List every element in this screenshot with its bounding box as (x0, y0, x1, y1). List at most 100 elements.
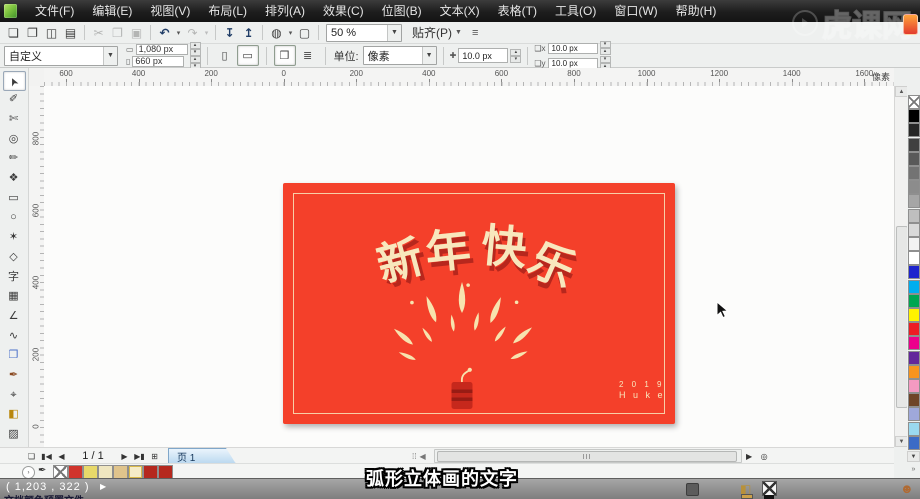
scroll-left-icon[interactable]: ◀ (419, 452, 425, 461)
menu-item-0[interactable]: 文件(F) (26, 0, 83, 22)
nudge-spinner[interactable]: ▴▾ (510, 49, 521, 63)
menu-item-5[interactable]: 效果(C) (314, 0, 373, 22)
color-swatch-16[interactable] (908, 322, 920, 336)
menu-item-6[interactable]: 位图(B) (373, 0, 431, 22)
palette-expand-icon[interactable]: » (907, 464, 920, 474)
color-swatch-24[interactable] (908, 436, 920, 450)
status-expand-icon[interactable]: ▶ (100, 482, 106, 491)
duplicate-y-input[interactable]: 10.0 px (548, 58, 598, 69)
options-button[interactable]: ≡ (472, 27, 478, 39)
color-swatch-8[interactable] (908, 209, 920, 223)
paste-button[interactable]: ▣ (127, 24, 146, 42)
page-preset-combo[interactable]: 自定义 ▼ (4, 46, 118, 66)
fill-tool[interactable]: ◧ (3, 406, 24, 424)
menu-item-2[interactable]: 视图(V) (141, 0, 199, 22)
color-swatch-11[interactable] (908, 251, 920, 265)
cut-button[interactable]: ✂ (89, 24, 108, 42)
connector-tool[interactable]: ∿ (3, 327, 24, 345)
smart-fill-tool[interactable]: ❖ (3, 170, 24, 188)
portrait-button[interactable]: ▯ (215, 46, 235, 65)
landscape-button[interactable]: ▭ (237, 45, 259, 66)
color-swatch-9[interactable] (908, 223, 920, 237)
rectangle-tool[interactable]: ▭ (3, 189, 24, 207)
zoom-tool[interactable]: ◎ (3, 130, 24, 148)
menu-item-3[interactable]: 布局(L) (199, 0, 256, 22)
pane-splitter[interactable]: ⁞⁞◀ (412, 452, 426, 461)
doc-color-swatch-5[interactable] (128, 465, 143, 479)
outline-none-icon[interactable] (762, 481, 777, 496)
export-button[interactable]: ↥ (239, 24, 258, 42)
text-tool[interactable]: 字 (3, 268, 24, 286)
color-swatch-21[interactable] (908, 393, 920, 407)
page-size-spinners[interactable]: ▴▾▴▾ (190, 42, 201, 70)
menu-item-1[interactable]: 编辑(E) (83, 0, 141, 22)
color-swatch-7[interactable] (908, 194, 920, 208)
zoom-level-combo[interactable]: 50 % ▼ (326, 24, 402, 42)
menu-item-4[interactable]: 排列(A) (256, 0, 314, 22)
page-layout-button[interactable]: ≣ (298, 46, 318, 65)
menu-item-7[interactable]: 文本(X) (431, 0, 489, 22)
first-page-button[interactable]: ▮◀ (39, 452, 54, 461)
doc-color-swatch-4[interactable] (113, 465, 128, 479)
all-pages-button[interactable]: ❒ (274, 45, 296, 66)
color-swatch-19[interactable] (908, 365, 920, 379)
last-page-button[interactable]: ▶▮ (132, 452, 147, 461)
extrude-tool[interactable]: ❐ (3, 347, 24, 365)
color-swatch-1[interactable] (908, 109, 920, 123)
add-page-button[interactable]: ⊞ (147, 452, 162, 461)
basic-shapes-tool[interactable]: ◇ (3, 248, 24, 266)
doc-color-swatch-3[interactable] (98, 465, 113, 479)
doc-no-color-swatch[interactable] (53, 465, 68, 479)
shape-tool[interactable]: ✐ (3, 91, 24, 109)
application-launcher-dropdown-icon[interactable]: ▾ (286, 29, 295, 37)
page-height-input[interactable]: 660 px (132, 56, 184, 67)
snap-dropdown-icon[interactable]: ▼ (455, 29, 462, 36)
next-page-button[interactable]: ▶ (117, 452, 132, 461)
menu-item-10[interactable]: 窗口(W) (605, 0, 666, 22)
duplicate-x-spinner[interactable]: ▾▴ (600, 41, 611, 55)
vertical-scrollbar[interactable]: ▲ ▼ (894, 86, 908, 447)
nudge-input[interactable]: 10.0 px (458, 48, 508, 63)
color-swatch-14[interactable] (908, 294, 920, 308)
undo-button[interactable]: ↶ (155, 24, 174, 42)
color-swatch-20[interactable] (908, 379, 920, 393)
interactive-fill-tool[interactable]: ▨ (3, 426, 24, 444)
units-combo[interactable]: 像素 ▼ (363, 46, 437, 65)
page-width-input[interactable]: 1,080 px (136, 44, 188, 55)
dimension-tool[interactable]: ∠ (3, 307, 24, 325)
drawing-area[interactable]: 2 0 1 9 H u k e 新年快乐 (44, 86, 894, 447)
palette-scroll-down-icon[interactable]: ▼ (907, 451, 920, 462)
undo-dropdown-icon[interactable]: ▾ (174, 29, 183, 37)
import-button[interactable]: ↧ (220, 24, 239, 42)
color-swatch-5[interactable] (908, 166, 920, 180)
color-swatch-3[interactable] (908, 138, 920, 152)
new-year-card-page[interactable]: 2 0 1 9 H u k e 新年快乐 (283, 183, 675, 424)
doc-color-swatch-7[interactable] (158, 465, 173, 479)
polygon-tool[interactable]: ✶ (3, 229, 24, 247)
units-combo-arrow-icon[interactable]: ▼ (422, 47, 436, 64)
freehand-tool[interactable]: ✏ (3, 150, 24, 168)
duplicate-x-input[interactable]: 10.0 px (548, 43, 598, 54)
color-swatch-13[interactable] (908, 280, 920, 294)
no-color-swatch[interactable] (908, 95, 920, 109)
horizontal-scroll-thumb[interactable] (437, 451, 737, 462)
doc-color-swatch-2[interactable] (83, 465, 98, 479)
color-swatch-15[interactable] (908, 308, 920, 322)
crop-tool[interactable]: ✄ (3, 110, 24, 128)
redo-dropdown-icon[interactable]: ▾ (202, 29, 211, 37)
copy-button[interactable]: ❐ (108, 24, 127, 42)
color-swatch-23[interactable] (908, 422, 920, 436)
zoom-combo-arrow-icon[interactable]: ▼ (387, 25, 401, 41)
color-swatch-18[interactable] (908, 351, 920, 365)
preset-combo-arrow-icon[interactable]: ▼ (103, 47, 117, 65)
redo-button[interactable]: ↷ (183, 24, 202, 42)
color-swatch-12[interactable] (908, 265, 920, 279)
pick-tool[interactable]: ➤ (3, 71, 26, 91)
application-launcher-button[interactable]: ◍ (267, 24, 286, 42)
horizontal-scrollbar[interactable] (434, 449, 742, 463)
color-swatch-2[interactable] (908, 123, 920, 137)
doc-color-swatch-6[interactable] (143, 465, 158, 479)
new-document-button[interactable]: ❏ (4, 24, 23, 42)
scroll-right-icon[interactable]: ▶ (742, 452, 757, 461)
print-button[interactable]: ▤ (61, 24, 80, 42)
